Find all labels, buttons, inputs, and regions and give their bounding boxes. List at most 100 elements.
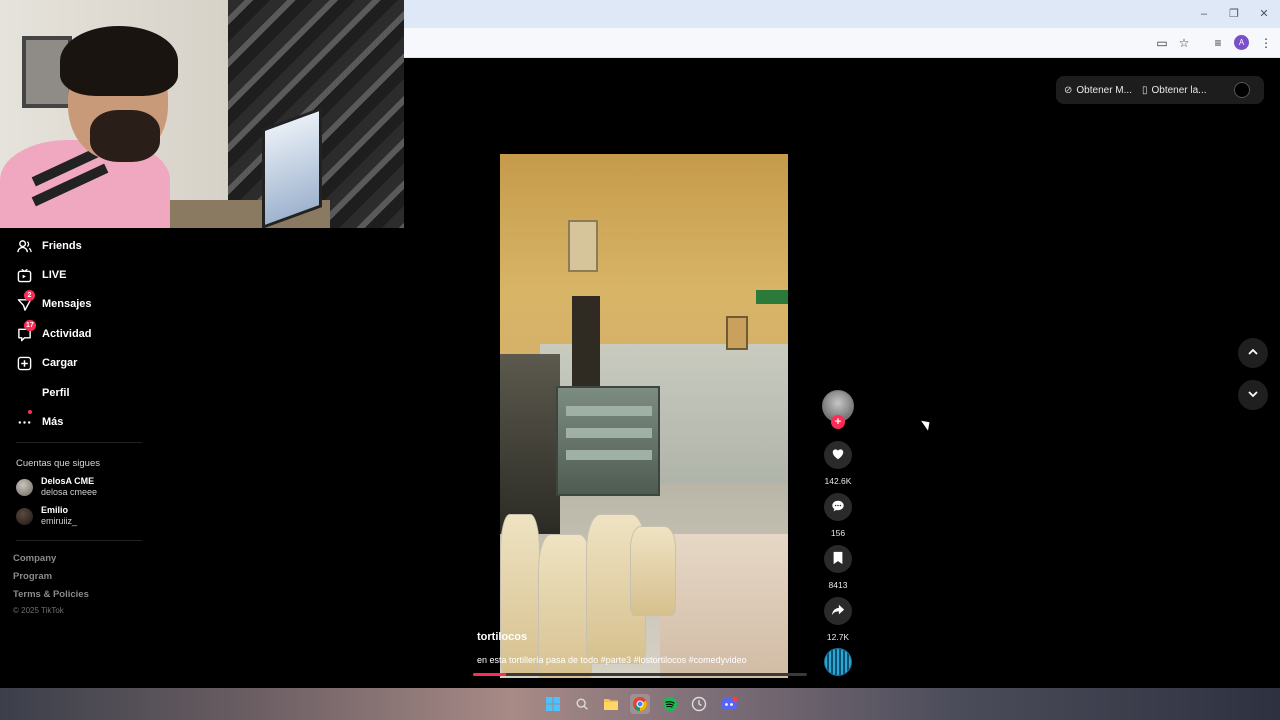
comment-icon (831, 499, 845, 516)
get-app-pills: ⊘ Obtener M... ▯ Obtener la... (1056, 76, 1264, 104)
webcam-hair (60, 26, 178, 96)
kebab-menu-icon[interactable]: ⋮ (1258, 35, 1274, 51)
account-handle: delosa cmeee (41, 487, 98, 497)
friends-icon (16, 238, 32, 254)
webcam-laptop (262, 107, 322, 228)
close-icon[interactable]: ✕ (1256, 6, 1272, 22)
following-account-names: Emilio emiruiiz_ (41, 505, 77, 527)
video-scene-machine (556, 386, 660, 496)
discord-icon[interactable] (719, 694, 739, 714)
tortilla-bag (630, 526, 676, 616)
link-icon: ⊘ (1064, 84, 1073, 96)
share-arrow-icon (831, 603, 845, 620)
video-scene-bags (500, 504, 680, 678)
get-mobile-app-button[interactable]: ▯ Obtener la... (1142, 85, 1207, 96)
video-scene-sign (756, 290, 788, 304)
sidebar-item-more[interactable]: Más (16, 410, 64, 433)
music-disc-icon[interactable] (824, 648, 852, 676)
notification-dot (28, 410, 32, 414)
phone-icon: ▯ (1141, 84, 1148, 96)
footer-link-program[interactable]: Program (13, 571, 52, 582)
clock-app-icon[interactable] (689, 694, 709, 714)
browser-title-bar (404, 0, 1280, 28)
sidebar-item-label: LIVE (42, 269, 67, 281)
footer-link-company[interactable]: Company (13, 553, 56, 564)
pill-label: Obtener M... (1076, 84, 1132, 96)
profile-avatar[interactable]: A (1234, 35, 1249, 50)
minimize-icon[interactable]: – (1196, 6, 1212, 22)
footer-link-terms[interactable]: Terms & Policies (13, 589, 89, 600)
comment-button[interactable] (824, 493, 852, 521)
video-caption: en esta tortillería pasa de todo #parte3… (477, 655, 747, 665)
chevron-up-icon (1247, 346, 1259, 361)
chrome-icon[interactable] (630, 694, 650, 714)
follow-plus-icon[interactable]: + (831, 415, 845, 429)
machine-slot (566, 406, 652, 416)
heart-icon (831, 447, 845, 464)
sidebar-item-messages[interactable]: 2 Mensajes (16, 290, 92, 315)
following-account[interactable]: DelosA CME delosa cmeee (16, 476, 97, 498)
video-player[interactable] (500, 154, 788, 678)
bookmark-icon (832, 551, 844, 568)
messages-icon: 2 (16, 290, 35, 312)
following-account-names: DelosA CME delosa cmeee (41, 476, 97, 498)
dark-mode-toggle[interactable] (1234, 82, 1250, 98)
save-button[interactable] (824, 545, 852, 573)
sidebar-divider (16, 540, 142, 541)
webcam-beard (90, 110, 160, 162)
video-progress-bar[interactable] (473, 673, 807, 676)
pill-label: Obtener la... (1151, 84, 1207, 96)
sidebar-item-label: Mensajes (42, 298, 92, 310)
next-video-button[interactable] (1238, 380, 1268, 410)
file-explorer-icon[interactable] (601, 694, 621, 714)
bookmark-star-icon[interactable]: ☆ (1176, 35, 1192, 51)
video-progress-fill (473, 673, 507, 676)
avatar (16, 478, 33, 496)
activity-icon: 17 (16, 320, 36, 342)
account-handle: emiruiiz_ (41, 516, 78, 526)
following-section-title: Cuentas que sigues (16, 458, 100, 469)
restore-icon[interactable]: ❐ (1226, 6, 1242, 22)
share-count: 12.7K (826, 632, 850, 642)
mouse-cursor-icon (921, 417, 933, 431)
upload-icon (16, 355, 32, 371)
browser-toolbar (404, 28, 1280, 58)
windows-start-icon[interactable] (543, 694, 563, 714)
profile-icon (16, 385, 32, 401)
sidebar-item-label: Más (42, 416, 64, 428)
sidebar-item-friends[interactable]: Friends (16, 235, 82, 257)
video-author[interactable]: tortilocos (477, 631, 527, 643)
following-account[interactable]: Emilio emiruiiz_ (16, 505, 77, 527)
tortilla-bag (500, 514, 540, 674)
save-count: 8413 (828, 580, 848, 590)
sidebar-item-activity[interactable]: 17 Actividad (16, 320, 92, 345)
like-button[interactable] (824, 441, 852, 469)
media-control-icon[interactable]: ≡ (1210, 35, 1226, 51)
notification-badge: 2 (24, 290, 35, 301)
avatar (16, 507, 33, 525)
chevron-down-icon (1247, 388, 1259, 403)
account-name: Emilio (41, 505, 69, 515)
sidebar-item-label: Friends (42, 240, 82, 252)
sidebar-item-profile[interactable]: Perfil (16, 382, 70, 404)
video-scene-board (568, 220, 598, 272)
live-icon (16, 267, 32, 283)
sidebar-divider (16, 442, 142, 443)
get-desktop-app-button[interactable]: ⊘ Obtener M... (1064, 85, 1132, 96)
notification-badge: 17 (24, 320, 36, 331)
copyright: © 2025 TikTok (13, 606, 64, 615)
previous-video-button[interactable] (1238, 338, 1268, 368)
spotify-icon[interactable] (660, 694, 680, 714)
search-icon[interactable] (572, 694, 592, 714)
webcam-overlay (0, 0, 404, 228)
sidebar-item-upload[interactable]: Cargar (16, 352, 77, 374)
cast-icon[interactable]: ▭ (1154, 35, 1170, 51)
sidebar-item-label: Actividad (42, 328, 92, 340)
sidebar-item-live[interactable]: LIVE (16, 264, 66, 286)
machine-slot (566, 428, 652, 438)
more-icon (16, 410, 32, 430)
share-button[interactable] (824, 597, 852, 625)
sidebar-item-label: Perfil (42, 387, 70, 399)
machine-slot (566, 450, 652, 460)
like-count: 142.6K (824, 476, 852, 486)
